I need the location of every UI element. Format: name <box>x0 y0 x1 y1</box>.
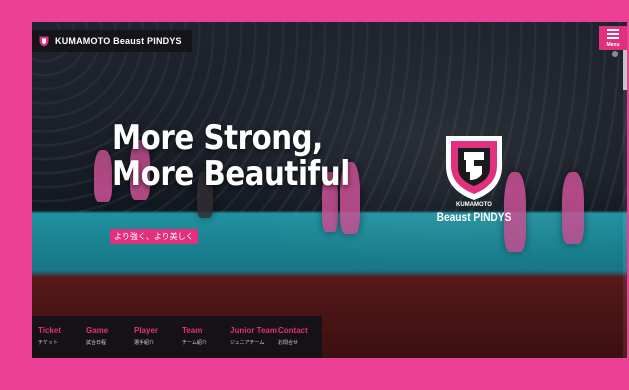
site-brand[interactable]: KUMAMOTO Beaust PINDYS <box>32 30 192 52</box>
nav-item-sublabel: チケット <box>38 340 59 346</box>
nav-item-game[interactable]: Game 試合日程 <box>86 326 134 346</box>
emblem-city: KUMAMOTO <box>456 202 492 208</box>
headline-line-1: More Strong, <box>112 118 323 158</box>
nav-item-ticket[interactable]: Ticket チケット <box>38 326 86 346</box>
scrollbar-thumb[interactable] <box>623 50 627 90</box>
nav-item-sublabel: 選手紹介 <box>134 340 155 346</box>
hamburger-icon <box>607 28 619 31</box>
nav-item-team[interactable]: Team チーム紹介 <box>182 326 230 346</box>
hamburger-line <box>607 32 619 35</box>
hamburger-line <box>607 36 619 39</box>
nav-item-label: Game <box>86 326 109 335</box>
hero-viewport: KUMAMOTO Beaust PINDYS Menu More Strong,… <box>32 22 627 358</box>
nav-item-sublabel: チーム紹介 <box>182 340 207 346</box>
nav-item-label: Team <box>182 326 203 335</box>
nav-item-contact[interactable]: Contact お問合せ <box>278 326 326 346</box>
bottom-navigation: Ticket チケット Game 試合日程 Player 選手紹介 Team チ… <box>32 316 322 358</box>
menu-button[interactable]: Menu <box>599 26 627 50</box>
nav-item-sublabel: ジュニアチーム <box>230 340 265 346</box>
nav-item-label: Junior Team <box>230 326 277 335</box>
headline-line-2: More Beautiful <box>112 154 350 194</box>
nav-item-sublabel: お問合せ <box>278 340 299 346</box>
nav-item-label: Player <box>134 326 159 335</box>
hero-headline: More Strong, More Beautiful <box>112 120 350 192</box>
emblem-team-name: Beaust PINDYS <box>436 210 512 224</box>
menu-label: Menu <box>606 41 620 48</box>
team-emblem-icon <box>446 136 502 200</box>
nav-item-junior-team[interactable]: Junior Team ジュニアチーム <box>230 326 278 346</box>
nav-item-sublabel: 試合日程 <box>86 340 107 346</box>
hero-tagline: より強く、より美しく <box>110 229 198 244</box>
nav-item-player[interactable]: Player 選手紹介 <box>134 326 182 346</box>
nav-item-label: Contact <box>278 326 308 335</box>
team-logo-icon <box>39 36 49 47</box>
slide-indicator-dot[interactable] <box>612 51 618 57</box>
scrollbar-track[interactable] <box>623 52 627 358</box>
brand-name: KUMAMOTO Beaust PINDYS <box>55 36 182 46</box>
nav-item-label: Ticket <box>38 326 61 335</box>
